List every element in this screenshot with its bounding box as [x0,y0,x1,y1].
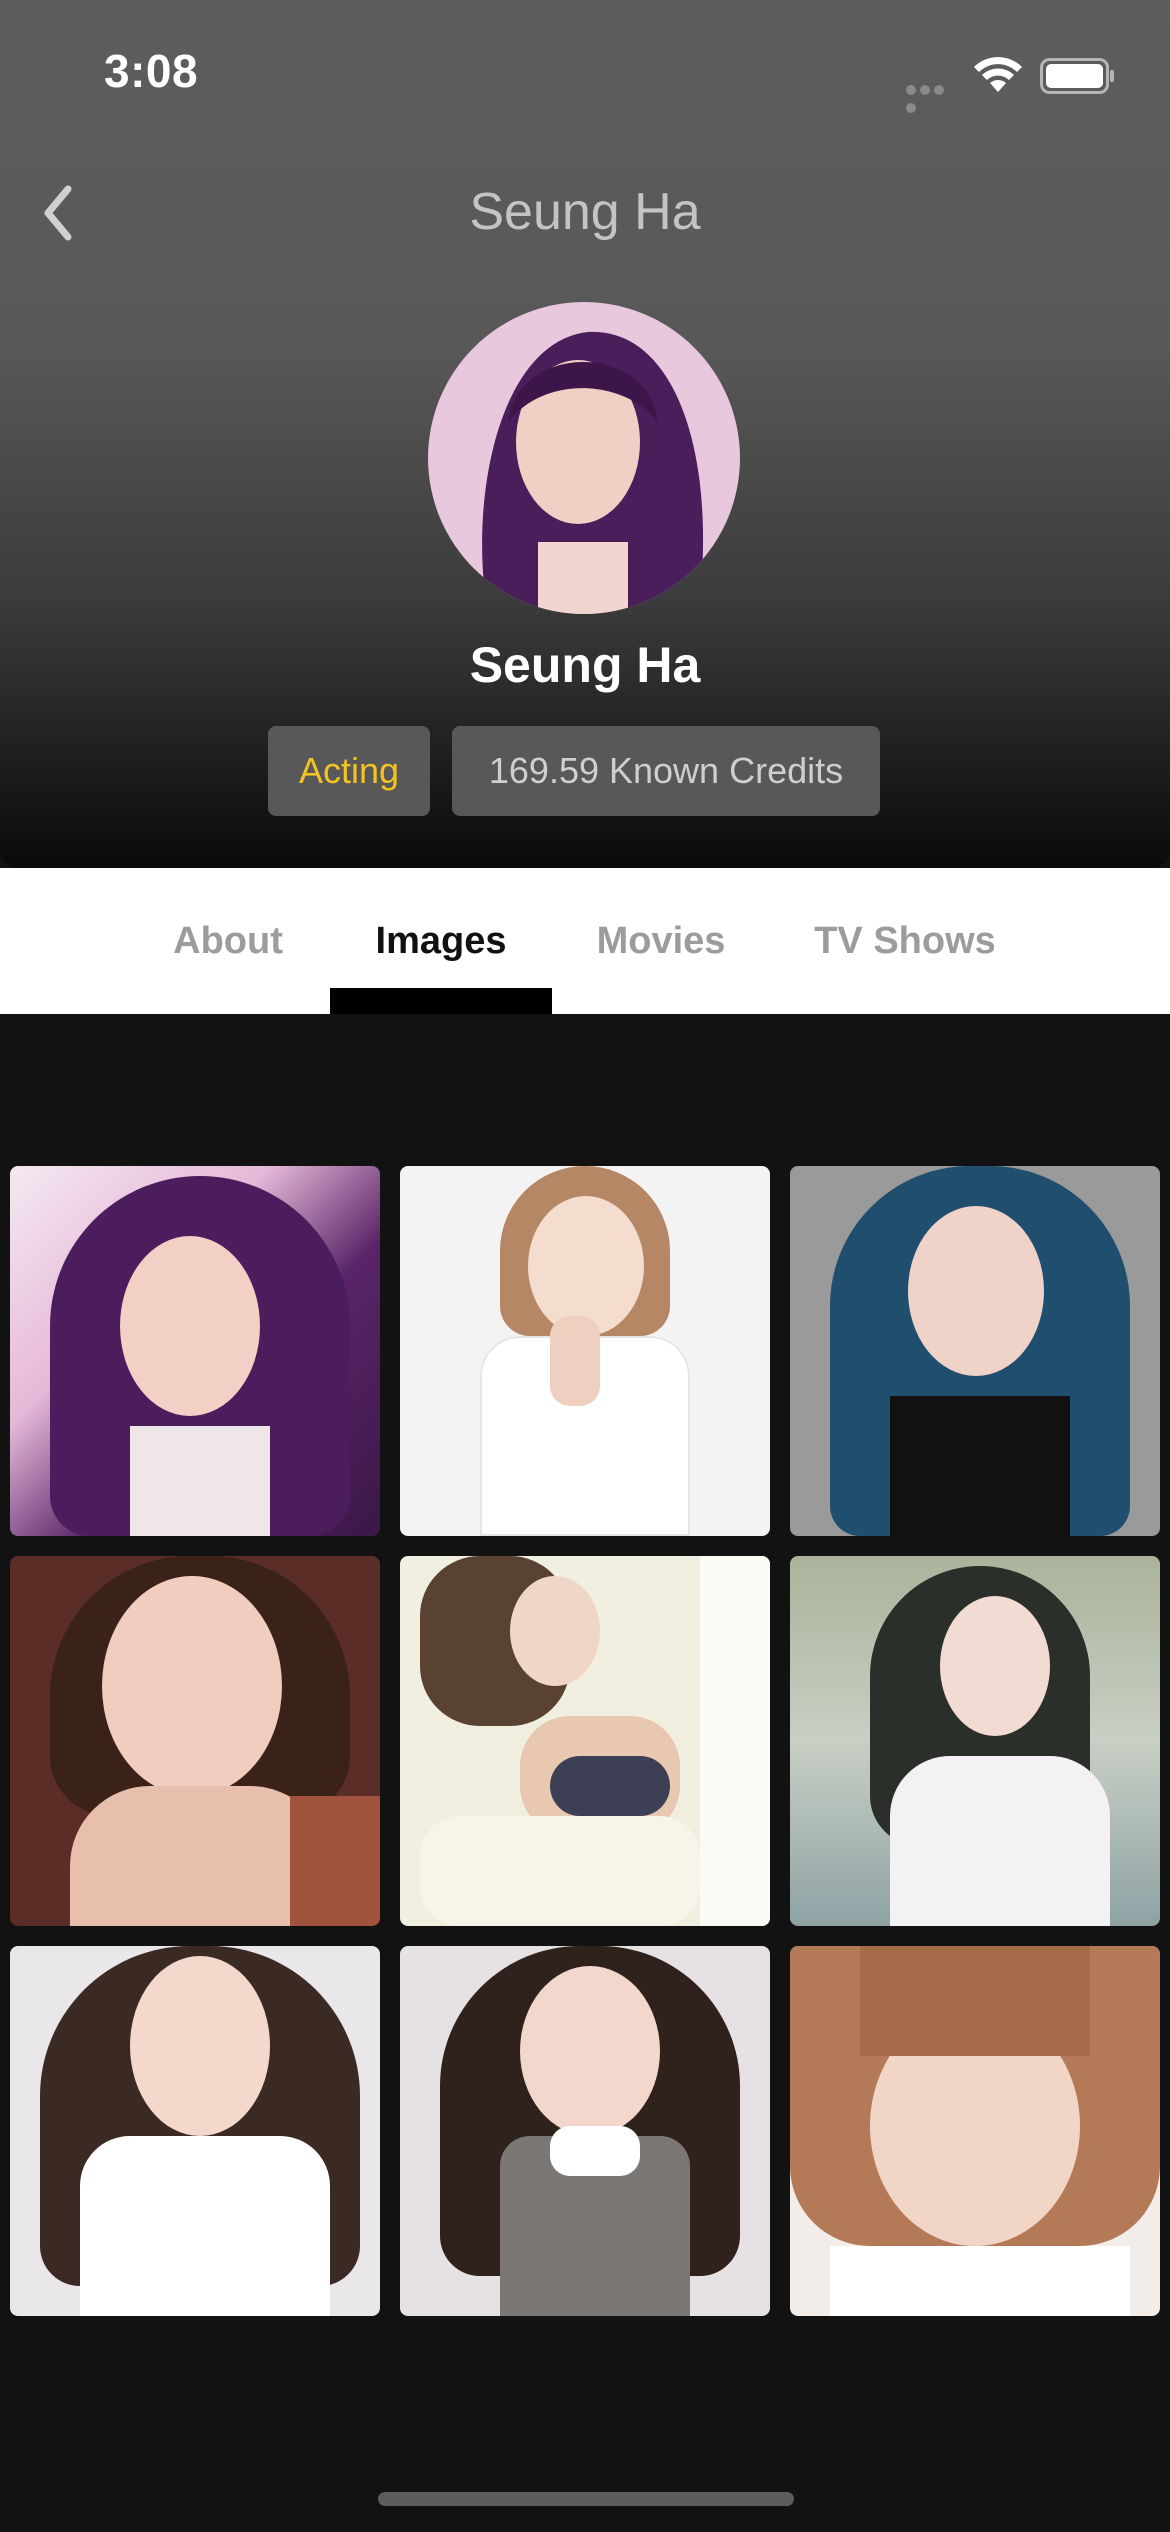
battery-icon [1040,58,1114,94]
profile-avatar[interactable] [428,302,740,614]
image-tile[interactable] [400,1166,770,1536]
known-credits-badge: 169.59 Known Credits [452,726,880,816]
tab-about[interactable]: About [150,868,306,1014]
tab-tv-shows[interactable]: TV Shows [790,868,1020,1014]
profile-header: 3:08 Seung Ha Seung Ha Acting 169.59 Kno… [0,0,1170,868]
image-tile[interactable] [790,1556,1160,1926]
person-name: Seung Ha [469,637,701,693]
tab-movies[interactable]: Movies [576,868,746,1014]
image-tile[interactable] [10,1556,380,1926]
cellular-signal-icon [906,82,960,113]
active-tab-indicator [330,988,552,1014]
profile-screen: 3:08 Seung Ha Seung Ha Acting 169.59 Kno… [0,0,1170,2532]
image-tile[interactable] [790,1946,1160,2316]
image-tile[interactable] [10,1166,380,1536]
home-indicator[interactable] [378,2492,794,2506]
department-badge: Acting [268,726,430,816]
status-time: 3:08 [104,45,199,97]
nav-title: Seung Ha [469,183,701,241]
wifi-icon [974,57,1022,92]
image-tile[interactable] [790,1166,1160,1536]
image-tile[interactable] [400,1556,770,1926]
image-tile[interactable] [400,1946,770,2316]
tab-bar: About Images Movies TV Shows [0,868,1170,1014]
avatar-photo [428,302,740,614]
image-tile[interactable] [10,1946,380,2316]
